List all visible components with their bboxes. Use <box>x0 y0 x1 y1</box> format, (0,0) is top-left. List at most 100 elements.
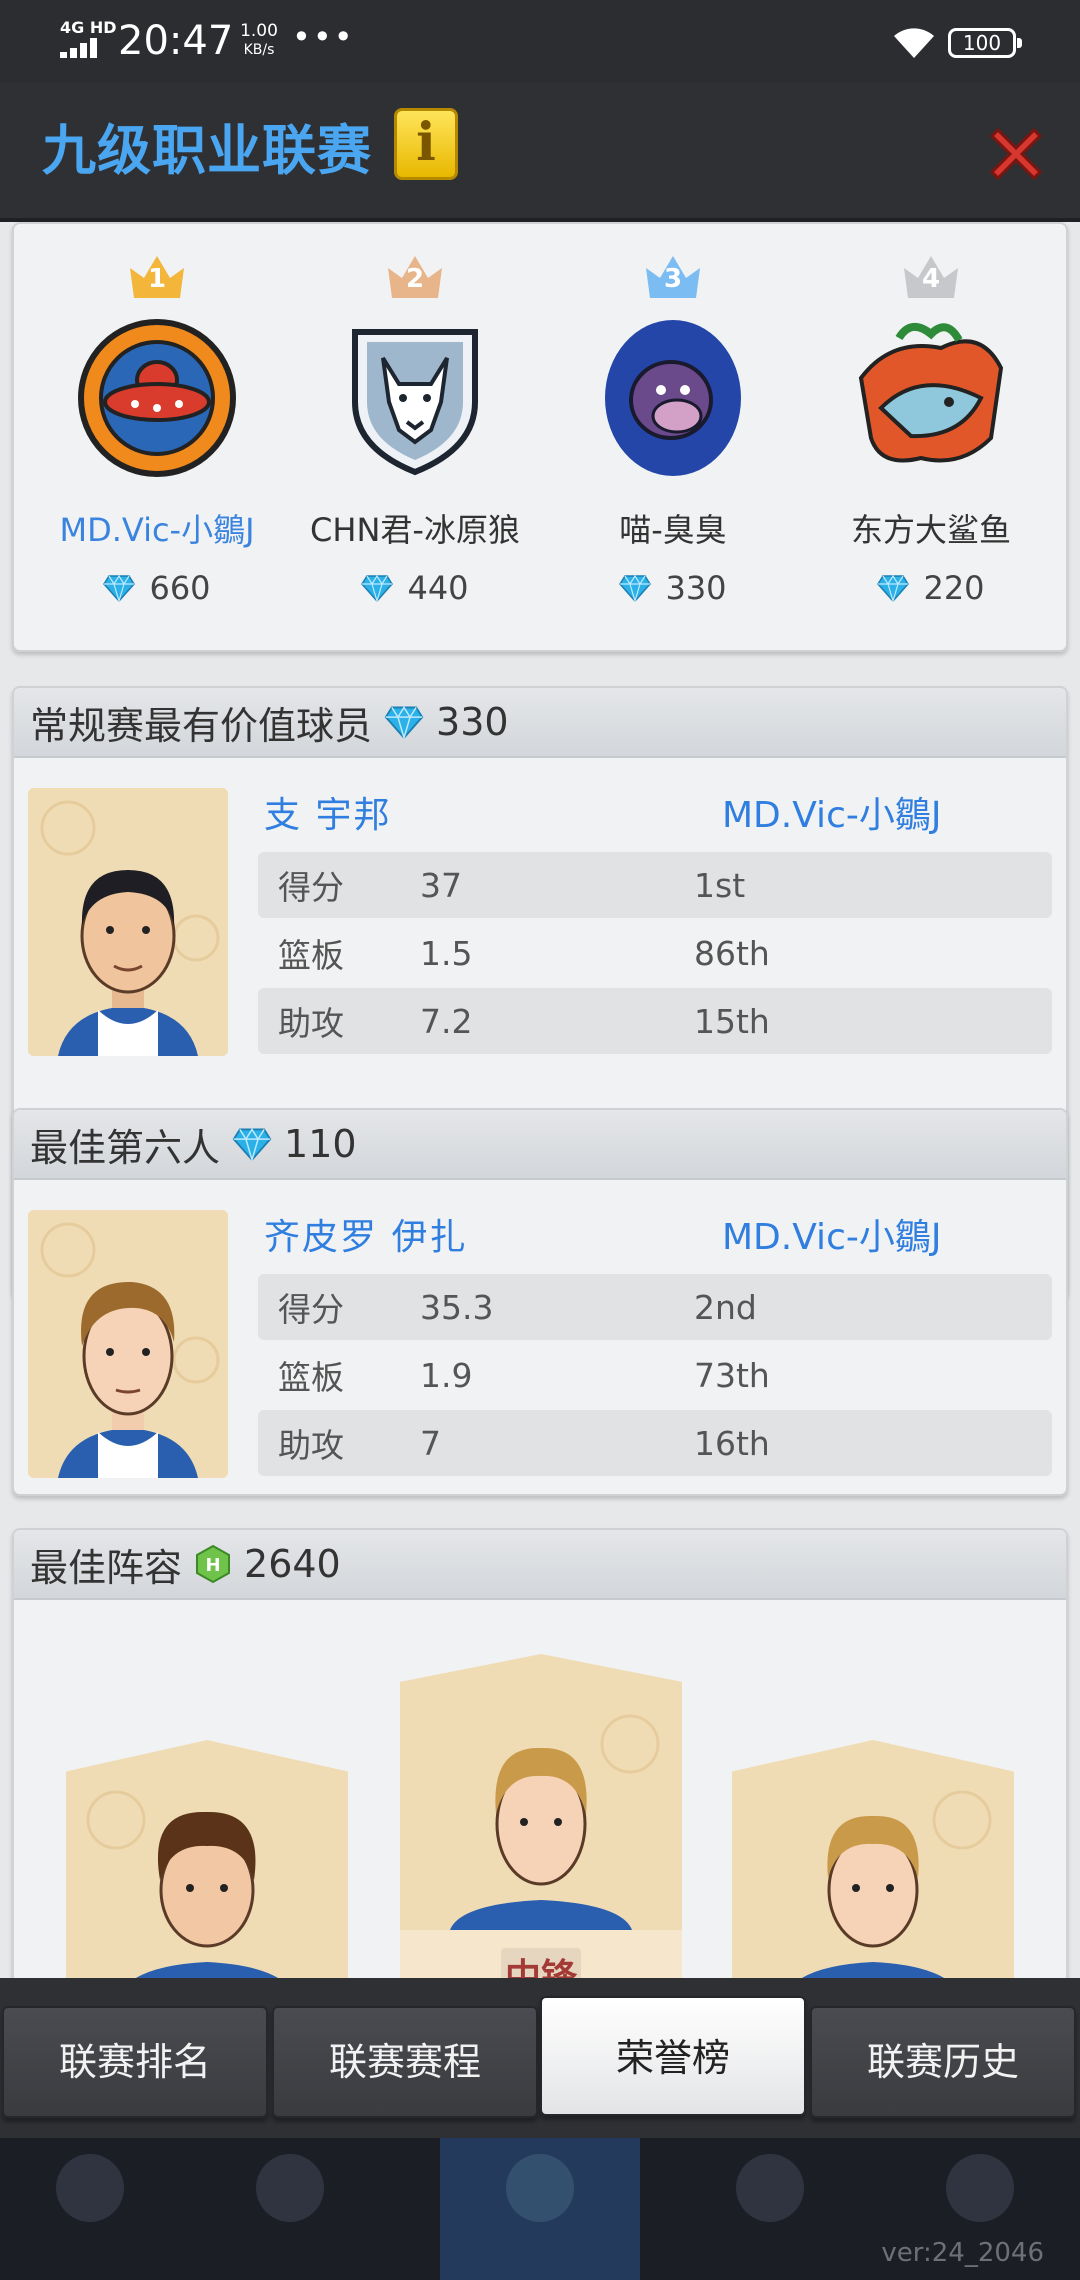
team-name: 喵-臭臭 <box>619 511 727 549</box>
sixth-man-header: 最佳第六人 110 <box>14 1110 1066 1180</box>
crown-icon: 3 <box>642 252 704 300</box>
tab-honor-roll[interactable]: 荣誉榜 <box>540 1996 806 2116</box>
stat-label: 得分 <box>278 1290 344 1329</box>
stat-row: 得分 37 1st <box>258 852 1052 918</box>
player-portrait <box>28 788 228 1056</box>
team-rank-1[interactable]: 1 MD.Vic-小鶵J 660 <box>32 252 282 608</box>
team-rank-2[interactable]: 2 CHN君-冰原狼 440 <box>290 252 540 608</box>
gem-count: 660 <box>149 569 211 607</box>
team-rank-4[interactable]: 4 东方大鲨鱼 220 <box>806 252 1056 608</box>
stat-value: 37 <box>420 865 462 905</box>
team-name: 东方大鲨鱼 <box>850 511 1011 549</box>
player-avatar-icon <box>28 1210 228 1478</box>
svg-text:H: H <box>205 1555 220 1576</box>
player-team: MD.Vic-小鶵J <box>722 795 942 836</box>
sixth-man-title: 最佳第六人 <box>30 1125 221 1170</box>
rank-number: 4 <box>921 264 941 294</box>
crown-icon: 1 <box>126 252 188 300</box>
lineup-player-card[interactable] <box>66 1740 348 1978</box>
lineup-cards: 中锋 <box>14 1600 1066 1978</box>
player-avatar-icon <box>782 1790 992 1978</box>
team-name: MD.Vic-小鶵J <box>59 511 255 549</box>
gem-count: 220 <box>923 569 985 607</box>
close-icon[interactable] <box>984 122 1048 186</box>
stat-rank: 15th <box>694 1001 770 1041</box>
gem-icon <box>877 574 910 602</box>
stat-label: 助攻 <box>278 1426 344 1465</box>
network-speed: 1.00 KB/s <box>234 22 284 60</box>
stat-value: 1.9 <box>420 1355 473 1395</box>
stat-row: 篮板 1.9 73th <box>258 1342 1052 1408</box>
stat-row: 篮板 1.5 86th <box>258 920 1052 986</box>
background-game-menu: ver:24_2046 <box>0 2138 1080 2280</box>
position-badge: 中锋 <box>400 1930 682 1978</box>
stat-label: 篮板 <box>278 936 344 975</box>
stat-row: 助攻 7.2 15th <box>258 988 1052 1054</box>
gem-icon <box>361 574 394 602</box>
rank-number: 2 <box>405 264 425 294</box>
rank-number: 3 <box>663 264 683 294</box>
mvp-player-row[interactable]: 支 宇邦 MD.Vic-小鶵J 得分 37 1st 篮板 1.5 86th 助攻… <box>14 758 1066 1056</box>
tab-league-history[interactable]: 联赛历史 <box>810 2006 1076 2118</box>
page-title: 九级职业联赛 <box>42 119 372 182</box>
more-icon: ••• <box>292 18 355 56</box>
crown-icon: 2 <box>384 252 446 300</box>
signal-icon <box>60 38 104 58</box>
stat-label: 助攻 <box>278 1004 344 1043</box>
player-name: 支 宇邦 <box>264 795 392 836</box>
gem-icon <box>232 1128 272 1161</box>
network-type: 4G HD <box>60 18 117 37</box>
bottom-tab-bar: 联赛排名 联赛赛程 荣誉榜 联赛历史 <box>0 1978 1080 2138</box>
mvp-title: 常规赛最有价值球员 <box>30 703 373 748</box>
player-name: 齐皮罗 伊扎 <box>264 1217 468 1258</box>
app-header: 九级职业联赛 i <box>0 82 1080 222</box>
gem-icon <box>103 574 136 602</box>
stat-row: 得分 35.3 2nd <box>258 1274 1052 1340</box>
sixth-man-panel: 最佳第六人 110 齐皮罗 伊扎 MD.Vic-小鶵J 得分 35.3 2nd … <box>12 1108 1068 1496</box>
shark-team-logo-icon <box>858 323 1004 463</box>
stat-row: 助攻 7 16th <box>258 1410 1052 1476</box>
wolf-team-logo-icon <box>352 329 478 476</box>
lineup-player-card-center[interactable]: 中锋 <box>400 1654 682 1978</box>
stat-value: 35.3 <box>420 1287 494 1327</box>
mvp-points: 330 <box>436 700 509 744</box>
team-gems: 660 <box>32 568 282 608</box>
sixth-man-points: 110 <box>284 1122 357 1166</box>
player-portrait <box>28 1210 228 1478</box>
crown-icon: 4 <box>900 252 962 300</box>
speed-value: 1.00 <box>240 21 278 41</box>
battery-icon: 100 <box>948 28 1022 58</box>
team-gems: 330 <box>548 568 798 608</box>
stat-label: 篮板 <box>278 1358 344 1397</box>
tab-league-schedule[interactable]: 联赛赛程 <box>272 2006 538 2118</box>
best-lineup-header: 最佳阵容 H 2640 <box>14 1530 1066 1600</box>
stat-rank: 73th <box>694 1355 770 1395</box>
gem-count: 330 <box>665 569 727 607</box>
stat-rank: 2nd <box>694 1287 757 1327</box>
tab-league-ranking[interactable]: 联赛排名 <box>2 2006 268 2118</box>
stat-rank: 16th <box>694 1423 770 1463</box>
best-lineup-title: 最佳阵容 <box>30 1545 183 1590</box>
best-lineup-panel: 最佳阵容 H 2640 中锋 <box>12 1528 1068 1978</box>
stat-rank: 1st <box>694 865 746 905</box>
info-button[interactable]: i <box>394 108 458 180</box>
status-bar: 4G HD 20:47 1.00 KB/s ••• 100 <box>0 0 1080 82</box>
team-name: CHN君-冰原狼 <box>310 511 520 549</box>
player-team: MD.Vic-小鶵J <box>722 1217 942 1258</box>
gem-icon <box>619 574 652 602</box>
sixth-man-player-row[interactable]: 齐皮罗 伊扎 MD.Vic-小鶵J 得分 35.3 2nd 篮板 1.9 73t… <box>14 1180 1066 1478</box>
lineup-player-card[interactable] <box>732 1740 1014 1978</box>
rank-number: 1 <box>147 264 167 294</box>
gem-count: 440 <box>407 569 469 607</box>
league-ranking-panel: 1 MD.Vic-小鶵J 660 2 CHN君-冰原狼 440 3 喵-臭臭 3… <box>12 222 1068 652</box>
player-avatar-icon <box>28 788 228 1056</box>
speed-unit: KB/s <box>243 42 275 58</box>
gem-icon <box>384 706 424 739</box>
position-label: 中锋 <box>500 1948 581 1978</box>
team-rank-3[interactable]: 3 喵-臭臭 330 <box>548 252 798 608</box>
gorilla-team-logo-icon <box>605 320 741 476</box>
hex-badge-icon: H <box>196 1544 231 1584</box>
honor-content[interactable]: 1 MD.Vic-小鶵J 660 2 CHN君-冰原狼 440 3 喵-臭臭 3… <box>0 222 1080 1978</box>
best-lineup-points: 2640 <box>244 1542 341 1586</box>
player-avatar-icon <box>86 1790 298 1978</box>
